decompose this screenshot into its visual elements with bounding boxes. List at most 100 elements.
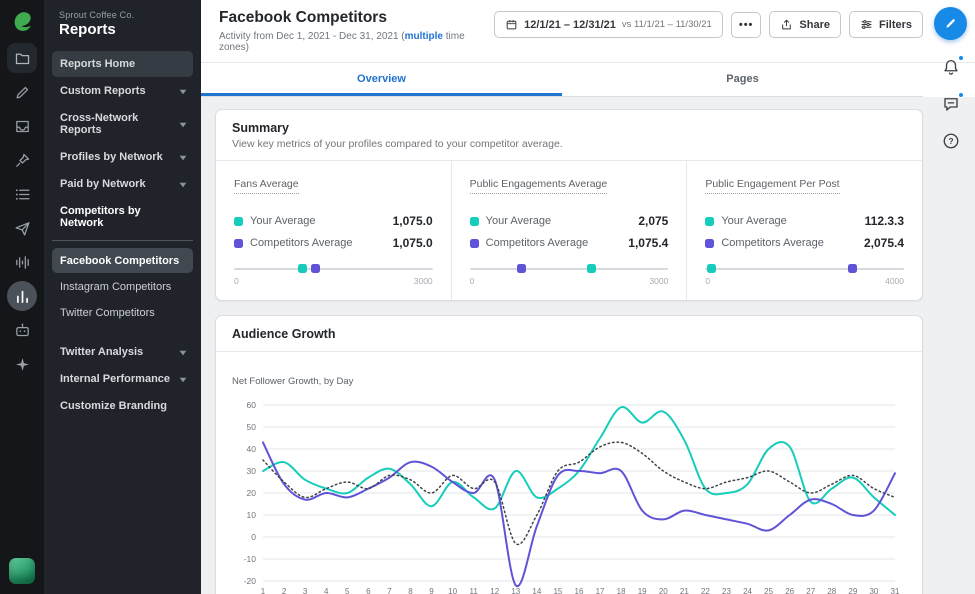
sidebar-item-label: Paid by Network <box>60 178 146 190</box>
slider-min: 0 <box>234 276 239 286</box>
date-range-button[interactable]: 12/1/21 – 12/31/21 vs 11/1/21 – 11/30/21 <box>494 11 723 38</box>
share-button[interactable]: Share <box>769 11 841 38</box>
chevron-down-icon: ▾ <box>179 347 187 357</box>
report-title-block: Facebook Competitors Activity from Dec 1… <box>219 9 486 53</box>
chevron-down-icon: ▾ <box>179 86 187 96</box>
summary-title: Summary <box>232 121 289 135</box>
rail-item-pin[interactable] <box>7 145 37 175</box>
pin-icon <box>14 152 31 169</box>
share-icon <box>780 18 793 31</box>
slider-max: 3000 <box>413 276 433 286</box>
filters-icon <box>860 18 873 31</box>
help-button[interactable]: ? <box>939 129 963 153</box>
sidebar-item-cross-network-reports[interactable]: Cross-Network Reports ▾ <box>52 105 193 143</box>
teal-legend-dot <box>234 216 243 226</box>
report-activity-range: Activity from Dec 1, 2021 - Dec 31, 2021… <box>219 31 486 53</box>
report-header: Facebook Competitors Activity from Dec 1… <box>201 0 975 63</box>
legend-value: 1,075.0 <box>392 236 433 250</box>
legend-label: Competitors Average <box>721 237 824 249</box>
slider-track <box>705 267 905 270</box>
chart-subtitle: Net Follower Growth, by Day <box>232 376 354 387</box>
svg-text:12: 12 <box>490 587 499 594</box>
teal-legend-dot <box>469 216 479 226</box>
slider-handle-purple[interactable] <box>517 264 527 273</box>
compose-button[interactable] <box>934 7 967 40</box>
sidebar-item-competitors-by-network[interactable]: Competitors by Network <box>52 198 193 241</box>
rail-item-signal[interactable] <box>7 247 37 277</box>
sidebar-menu: Reports Home Custom Reports ▾ Cross-Network… <box>52 51 193 419</box>
bell-icon <box>942 58 960 76</box>
rail-item-folder[interactable] <box>7 43 37 73</box>
rail-item-sparkle[interactable] <box>7 349 37 379</box>
slider-handle-teal[interactable] <box>297 264 307 273</box>
calendar-icon <box>505 18 518 31</box>
svg-text:20: 20 <box>659 587 668 594</box>
tab-pages[interactable]: Pages <box>562 63 923 96</box>
bar-chart-icon <box>14 288 31 305</box>
rail-item-bar-chart[interactable] <box>7 281 37 311</box>
sprout-logo[interactable] <box>9 8 35 34</box>
rail-item-plane[interactable] <box>7 213 37 243</box>
svg-text:6: 6 <box>366 587 371 594</box>
svg-text:7: 7 <box>387 587 392 594</box>
reports-sidebar: Sprout Coffee Co. Reports Reports Home Cu… <box>44 0 201 594</box>
sidebar-item-paid-by-network[interactable]: Paid by Network ▾ <box>52 171 193 197</box>
sidebar-item-facebook-competitors[interactable]: Facebook Competitors <box>52 248 193 273</box>
chevron-down-icon: ▾ <box>179 152 187 162</box>
tab-overview[interactable]: Overview <box>201 63 562 96</box>
slider-range-labels: 0 3000 <box>234 276 433 286</box>
slider-handle-teal[interactable] <box>707 264 717 273</box>
svg-text:60: 60 <box>247 400 257 410</box>
slider-handle-teal[interactable] <box>586 264 596 273</box>
sidebar-item-instagram-competitors[interactable]: Instagram Competitors <box>52 274 193 299</box>
slider-range-labels: 0 4000 <box>705 276 904 286</box>
svg-text:40: 40 <box>247 444 257 454</box>
date-range-text: 12/1/21 – 12/31/21 <box>524 18 616 31</box>
leaf-icon <box>14 11 31 31</box>
more-options-button[interactable]: ••• <box>730 11 762 38</box>
svg-text:1: 1 <box>261 587 266 594</box>
sidebar-item-internal-performance[interactable]: Internal Performance ▾ <box>52 366 193 392</box>
svg-text:?: ? <box>948 137 953 146</box>
sidebar-item-customize-branding[interactable]: Customize Branding <box>52 393 193 419</box>
sidebar-item-label: Cross-Network Reports <box>60 112 139 136</box>
subtitle-prefix: Activity from Dec 1, 2021 - Dec 31, 2021… <box>219 31 405 42</box>
legend-value: 1,075.0 <box>392 214 433 228</box>
svg-text:21: 21 <box>680 587 689 594</box>
sidebar-item-twitter-competitors[interactable]: Twitter Competitors <box>52 300 193 325</box>
audience-growth-body: Net Follower Growth, by Day -20 -10 0 10 20 3… <box>216 352 922 594</box>
svg-text:29: 29 <box>848 587 857 594</box>
legend-row: Competitors Average 2,075.4 <box>705 236 904 250</box>
slider-handle-purple[interactable] <box>848 264 858 273</box>
rail-item-pencil[interactable] <box>7 77 37 107</box>
audience-growth-title: Audience Growth <box>232 327 336 341</box>
slider-handle-purple[interactable] <box>311 264 321 273</box>
chat-button[interactable] <box>939 92 964 116</box>
tabs-strip: Overview Pages <box>201 63 923 97</box>
sidebar-item-profiles-by-network[interactable]: Profiles by Network ▾ <box>52 144 193 170</box>
legend-label: Competitors Average <box>485 237 589 249</box>
multiple-timezones-link[interactable]: multiple <box>405 31 443 42</box>
rail-item-inbox[interactable] <box>7 111 37 141</box>
rail-item-bot[interactable] <box>7 315 37 345</box>
teal-legend-dot <box>705 216 715 226</box>
svg-text:9: 9 <box>429 587 434 594</box>
bell-button[interactable] <box>939 55 964 79</box>
sidebar-item-custom-reports[interactable]: Custom Reports ▾ <box>52 78 193 104</box>
svg-text:17: 17 <box>596 587 605 594</box>
rail-item-list[interactable] <box>7 179 37 209</box>
summary-card: Summary View key metrics of your profile… <box>215 109 923 301</box>
purple-legend-dot <box>469 238 479 248</box>
slider-min: 0 <box>469 276 475 286</box>
user-avatar[interactable] <box>9 558 35 584</box>
filters-button[interactable]: Filters <box>848 11 923 38</box>
legend-label: Competitors Average <box>250 237 353 249</box>
slider-track <box>234 267 433 270</box>
audience-growth-header: Audience Growth <box>216 316 922 352</box>
svg-text:26: 26 <box>785 587 794 594</box>
sidebar-item-reports-home[interactable]: Reports Home <box>52 51 193 77</box>
sidebar-item-twitter-analysis[interactable]: Twitter Analysis ▾ <box>52 339 193 365</box>
svg-text:13: 13 <box>511 587 520 594</box>
svg-text:22: 22 <box>701 587 710 594</box>
